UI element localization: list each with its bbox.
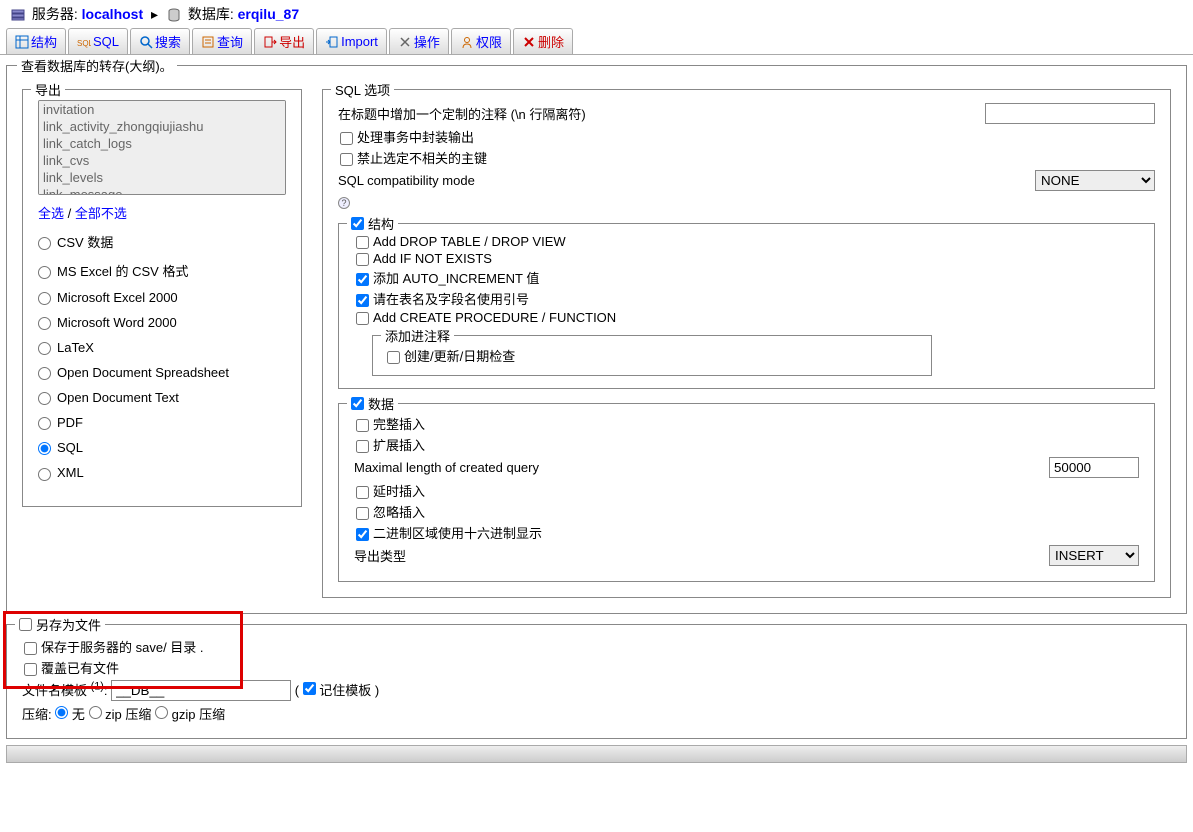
format-sql[interactable]: SQL	[38, 440, 286, 455]
data-legend: 数据	[368, 394, 394, 413]
drop-icon	[522, 35, 536, 49]
tab-bar: 结构 SQLSQL 搜索 查询 导出 Import 操作 权限 删除	[0, 28, 1193, 55]
tab-privileges[interactable]: 权限	[451, 28, 511, 54]
transaction-check[interactable]: 处理事务中封装输出	[338, 127, 1155, 146]
tab-structure[interactable]: 结构	[6, 28, 66, 54]
compression-zip[interactable]: zip 压缩	[89, 707, 152, 722]
svg-text:SQL: SQL	[77, 39, 91, 48]
compat-mode-label: SQL compatibility mode	[338, 173, 475, 188]
table-option: link_catch_logs	[39, 135, 285, 152]
comments-legend: 添加进注释	[381, 326, 454, 345]
data-fieldset: 数据 完整插入 扩展插入 Maximal length of created q…	[338, 403, 1155, 582]
server-icon	[10, 7, 26, 23]
table-option: invitation	[39, 101, 285, 118]
disable-fk-check[interactable]: 禁止选定不相关的主键	[338, 148, 1155, 167]
format-latex[interactable]: LaTeX	[38, 340, 286, 355]
format-csv[interactable]: CSV 数据	[38, 232, 286, 251]
data-toggle[interactable]	[351, 397, 364, 410]
tab-query[interactable]: 查询	[192, 28, 252, 54]
tab-drop[interactable]: 删除	[513, 28, 573, 54]
save-server-check[interactable]: 保存于服务器的 save/ 目录 .	[22, 637, 1171, 656]
table-option: link_activity_zhongqiujiashu	[39, 118, 285, 135]
privileges-icon	[460, 35, 474, 49]
compression-none[interactable]: 无	[55, 707, 85, 722]
export-legend: 导出	[31, 80, 65, 99]
ignore-check[interactable]: 忽略插入	[354, 502, 1139, 521]
select-all-link[interactable]: 全选	[38, 206, 64, 221]
structure-toggle[interactable]	[351, 217, 364, 230]
structure-fieldset: 结构 Add DROP TABLE / DROP VIEW Add IF NOT…	[338, 223, 1155, 389]
database-link[interactable]: erqilu_87	[238, 6, 299, 22]
search-icon	[139, 35, 153, 49]
procedure-check[interactable]: Add CREATE PROCEDURE / FUNCTION	[354, 310, 1139, 325]
delayed-check[interactable]: 延时插入	[354, 481, 1139, 500]
database-icon	[166, 7, 182, 23]
max-len-label: Maximal length of created query	[354, 460, 539, 475]
header-comment-input[interactable]	[985, 103, 1155, 124]
footer-bar	[6, 745, 1187, 763]
server-label: 服务器:	[32, 6, 78, 22]
template-label: 文件名模板	[22, 683, 87, 698]
table-option: link_levels	[39, 169, 285, 186]
query-icon	[201, 35, 215, 49]
structure-icon	[15, 35, 29, 49]
tab-search[interactable]: 搜索	[130, 28, 190, 54]
export-icon	[263, 35, 277, 49]
format-word2000[interactable]: Microsoft Word 2000	[38, 315, 286, 330]
table-select[interactable]: invitation link_activity_zhongqiujiashu …	[38, 100, 286, 195]
format-excel2000[interactable]: Microsoft Excel 2000	[38, 290, 286, 305]
comments-fieldset: 添加进注释 创建/更新/日期检查	[372, 335, 932, 376]
database-label: 数据库:	[188, 6, 234, 22]
saveas-toggle[interactable]	[19, 618, 32, 631]
export-box: 导出 invitation link_activity_zhongqiujias…	[22, 89, 302, 507]
backquotes-check[interactable]: 请在表名及字段名使用引号	[354, 289, 1139, 308]
sql-options-legend: SQL 选项	[331, 80, 394, 99]
if-not-exists-check[interactable]: Add IF NOT EXISTS	[354, 251, 1139, 266]
sql-options-box: SQL 选项 在标题中增加一个定制的注释 (\n 行隔离符) 处理事务中封装输出…	[322, 89, 1171, 598]
deselect-all-link[interactable]: 全部不选	[75, 206, 127, 221]
help-icon[interactable]: ?	[338, 197, 350, 209]
server-link[interactable]: localhost	[82, 6, 143, 22]
dates-check[interactable]: 创建/更新/日期检查	[385, 346, 919, 365]
extended-insert-check[interactable]: 扩展插入	[354, 435, 1139, 454]
overwrite-check[interactable]: 覆盖已有文件	[22, 658, 1171, 677]
table-option: link_cvs	[39, 152, 285, 169]
saveas-fieldset: 另存为文件 保存于服务器的 save/ 目录 . 覆盖已有文件 文件名模板 (1…	[6, 624, 1187, 739]
structure-legend: 结构	[368, 214, 394, 233]
format-pdf[interactable]: PDF	[38, 415, 286, 430]
dump-fieldset: 查看数据库的转存(大纲)。 导出 invitation link_activit…	[6, 65, 1187, 614]
format-xml[interactable]: XML	[38, 465, 286, 480]
template-input[interactable]	[111, 680, 291, 701]
export-type-label: 导出类型	[354, 546, 406, 565]
header-comment-label: 在标题中增加一个定制的注释 (\n 行隔离符)	[338, 104, 586, 123]
format-odt[interactable]: Open Document Text	[38, 390, 286, 405]
tab-export[interactable]: 导出	[254, 28, 314, 54]
max-len-input[interactable]	[1049, 457, 1139, 478]
sql-icon: SQL	[77, 35, 91, 49]
auto-increment-check[interactable]: 添加 AUTO_INCREMENT 值	[354, 268, 1139, 287]
compat-mode-select[interactable]: NONE	[1035, 170, 1155, 191]
operations-icon	[398, 35, 412, 49]
drop-table-check[interactable]: Add DROP TABLE / DROP VIEW	[354, 234, 1139, 249]
remember-check[interactable]: 记住模板	[303, 683, 372, 698]
table-option: link_message	[39, 186, 285, 195]
format-ods[interactable]: Open Document Spreadsheet	[38, 365, 286, 380]
tab-sql[interactable]: SQLSQL	[68, 28, 128, 54]
compression-gzip[interactable]: gzip 压缩	[155, 707, 225, 722]
tab-operations[interactable]: 操作	[389, 28, 449, 54]
tab-import[interactable]: Import	[316, 28, 387, 54]
compression-label: 压缩:	[22, 707, 52, 722]
dump-legend: 查看数据库的转存(大纲)。	[17, 56, 177, 75]
hex-blob-check[interactable]: 二进制区域使用十六进制显示	[354, 523, 1139, 542]
export-type-select[interactable]: INSERT	[1049, 545, 1139, 566]
format-csv-excel[interactable]: MS Excel 的 CSV 格式	[38, 261, 286, 280]
complete-insert-check[interactable]: 完整插入	[354, 414, 1139, 433]
saveas-legend: 另存为文件	[36, 615, 101, 634]
breadcrumb-separator-icon: ▸	[151, 6, 158, 22]
import-icon	[325, 35, 339, 49]
